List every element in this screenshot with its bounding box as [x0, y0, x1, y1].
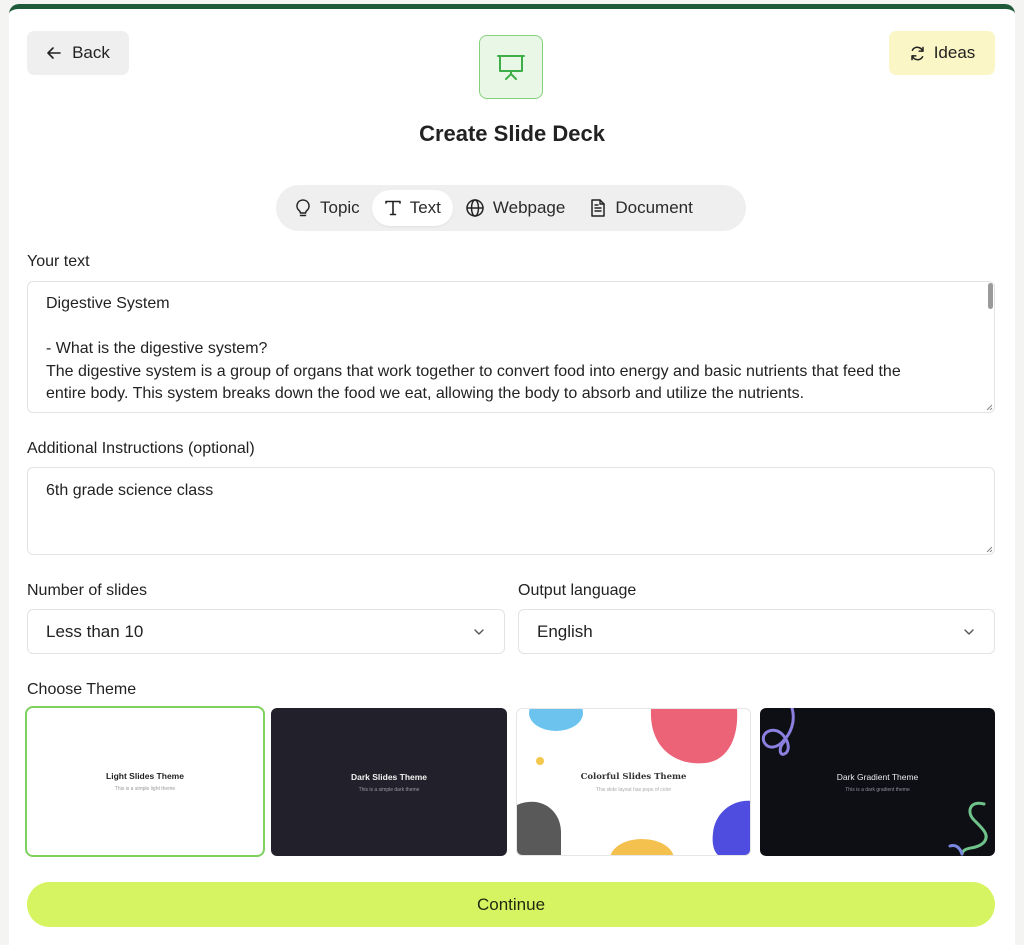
instructions-field[interactable]: 6th grade science class — [27, 467, 995, 555]
slides-count-label: Number of slides — [27, 582, 148, 599]
text-line — [46, 316, 976, 339]
continue-button[interactable]: Continue — [27, 882, 995, 927]
tab-topic[interactable]: Topic — [282, 190, 372, 226]
your-text-label: Your text — [27, 253, 90, 270]
theme-title: Dark Gradient Theme — [836, 771, 919, 782]
lightbulb-icon — [296, 199, 310, 217]
input-type-tabs: Topic Text Webpage Document — [276, 185, 746, 231]
ideas-label: Ideas — [933, 43, 976, 62]
theme-title: Dark Slides Theme — [350, 771, 428, 782]
theme-title: Light Slides Theme — [106, 771, 184, 781]
document-icon — [591, 199, 606, 217]
theme-subtitle: This is a simple dark theme — [358, 786, 420, 793]
tab-webpage-label: Webpage — [492, 198, 566, 217]
text-line: The digestive system is a group of organ… — [46, 362, 901, 380]
output-language-label: Output language — [518, 582, 637, 599]
back-label: Back — [72, 43, 110, 62]
tab-text-label: Text — [409, 198, 441, 217]
theme-subtitle: This slide layout has pops of color — [595, 786, 672, 793]
your-text-area[interactable]: Digestive System - What is the digestive… — [27, 281, 995, 413]
page-title: Create Slide Deck — [419, 121, 605, 146]
chevron-down-icon — [474, 628, 484, 635]
text-scrollbar[interactable] — [988, 283, 993, 309]
theme-card-light[interactable]: Light Slides Theme This is a simple ligh… — [25, 706, 265, 857]
back-button[interactable]: Back — [27, 31, 129, 75]
text-icon — [384, 200, 401, 216]
refresh-icon — [910, 46, 924, 60]
tab-document-label: Document — [615, 198, 693, 217]
tab-text[interactable]: Text — [371, 190, 453, 226]
theme-subtitle: This is a dark gradient theme — [845, 786, 910, 793]
tab-topic-label: Topic — [320, 198, 360, 217]
theme-card-dark-gradient[interactable]: Dark Gradient Theme This is a dark gradi… — [760, 708, 995, 856]
choose-theme-label: Choose Theme — [27, 681, 137, 698]
resize-handle-icon[interactable] — [985, 403, 993, 411]
text-line: entire body. This system breaks down the… — [46, 385, 805, 402]
output-language-select[interactable]: English — [518, 609, 995, 654]
text-line: - What is the digestive system? — [46, 340, 268, 357]
presentation-icon — [479, 35, 543, 99]
globe-icon — [466, 199, 484, 217]
chevron-down-icon — [964, 628, 974, 635]
swirl-graphic — [761, 708, 988, 856]
instructions-value: 6th grade science class — [46, 482, 214, 499]
theme-card-dark[interactable]: Dark Slides Theme This is a simple dark … — [271, 708, 507, 856]
slides-count-value: Less than 10 — [46, 621, 144, 641]
output-language-value: English — [537, 621, 593, 641]
tab-webpage[interactable]: Webpage — [453, 190, 577, 226]
arrow-left-icon — [47, 47, 61, 59]
colorful-blobs-graphic — [517, 709, 750, 855]
instructions-label: Additional Instructions (optional) — [27, 440, 255, 457]
theme-subtitle: This is a simple light theme — [114, 786, 176, 792]
resize-handle-icon[interactable] — [985, 545, 993, 553]
tab-document[interactable]: Document — [577, 190, 704, 226]
theme-card-colorful[interactable]: Colorful Slides Theme This slide layout … — [516, 708, 751, 856]
text-line: Digestive System — [46, 295, 170, 312]
slides-count-select[interactable]: Less than 10 — [27, 609, 505, 654]
theme-title: Colorful Slides Theme — [580, 771, 687, 782]
ideas-button[interactable]: Ideas — [889, 31, 995, 75]
